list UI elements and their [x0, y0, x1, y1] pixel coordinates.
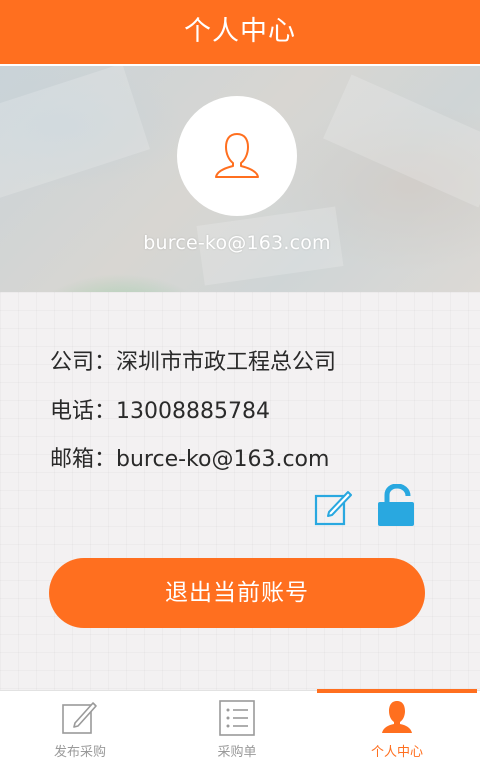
change-password-button[interactable] — [375, 483, 417, 528]
tab-personal-center[interactable]: 个人中心 — [317, 691, 477, 764]
edit-profile-button[interactable] — [313, 487, 353, 527]
account-info-panel: 公司：深圳市市政工程总公司 电话：13008885784 邮箱：burce-ko… — [0, 292, 480, 690]
unlock-icon — [378, 483, 414, 526]
person-icon — [382, 701, 412, 733]
phone-info: 电话：13008885784 — [50, 399, 270, 424]
avatar[interactable] — [177, 96, 297, 216]
edit-icon — [314, 491, 352, 526]
tab-publish-purchase[interactable]: 发布采购 — [0, 691, 160, 764]
tab-label: 个人中心 — [370, 745, 423, 760]
email-info: 邮箱：burce-ko@163.com — [50, 447, 330, 472]
profile-header: burce-ko@163.com — [0, 66, 480, 292]
list-icon — [219, 700, 255, 736]
tab-label: 采购单 — [217, 745, 257, 760]
logout-button[interactable]: 退出当前账号 — [49, 558, 425, 628]
bottom-tab-bar: 发布采购 采购单 个人中心 — [0, 689, 480, 764]
page-title: 个人中心 — [0, 0, 480, 66]
profile-email: burce-ko@163.com — [143, 232, 331, 254]
tab-label: 发布采购 — [53, 745, 106, 760]
tab-purchase-orders[interactable]: 采购单 — [157, 691, 317, 764]
edit-icon — [62, 702, 97, 734]
company-info: 公司：深圳市市政工程总公司 — [50, 350, 337, 375]
person-outline-icon — [215, 133, 259, 178]
